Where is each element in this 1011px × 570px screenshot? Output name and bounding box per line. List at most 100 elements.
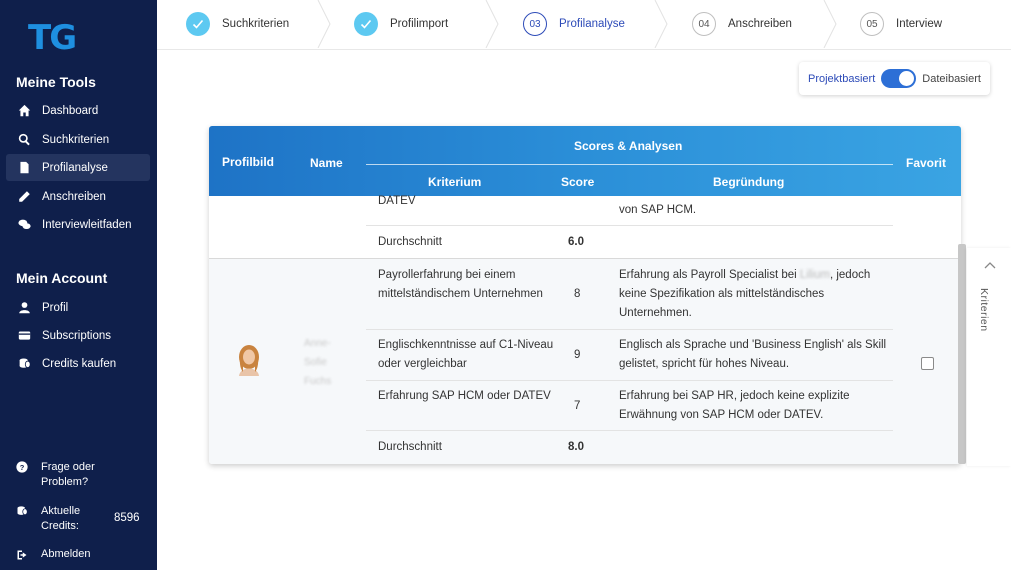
- sidebar-item-label: Suchkriterien: [42, 133, 110, 146]
- home-icon: [16, 104, 32, 118]
- row1-average-label: Durchschnitt: [378, 236, 442, 248]
- step-label: Suchkriterien: [222, 18, 290, 30]
- logo[interactable]: TG: [28, 18, 77, 58]
- sidebar-item-suchkriterien[interactable]: Suchkriterien: [6, 126, 150, 153]
- sidebar-item-label: Credits kaufen: [42, 357, 117, 370]
- help-icon: ?: [16, 461, 30, 476]
- row1-kriterium-partial: DATEV: [378, 195, 416, 207]
- table-scrollbar[interactable]: [958, 244, 966, 464]
- credits-display: Aktuelle Credits:: [16, 504, 106, 534]
- step-separator-icon: [654, 0, 668, 48]
- file-icon: [16, 161, 32, 175]
- candidate-name: Anne-Sofie Fuchs: [304, 338, 332, 387]
- logout-label: Abmelden: [41, 548, 91, 560]
- account-section-title: Mein Account: [16, 270, 108, 286]
- row2-kriterium-1: Payrollerfahrung bei einem mittelständis…: [378, 269, 543, 300]
- toggle-knob: [899, 71, 915, 86]
- row-divider: [209, 258, 961, 259]
- step-profilimport[interactable]: Profilimport: [354, 0, 448, 48]
- chat-icon: [16, 218, 32, 232]
- row2-average-label: Durchschnitt: [378, 441, 442, 453]
- credits-value: 8596: [114, 512, 140, 524]
- row2-begruendung-2: Englisch als Sprache und 'Business Engli…: [619, 339, 887, 370]
- sidebar-item-label: Interviewleitfaden: [42, 218, 132, 231]
- row2-score-3: 7: [574, 400, 581, 412]
- row2-begruendung-3: Erfahrung bei SAP HR, jedoch keine expli…: [619, 390, 850, 421]
- mode-toggle-switch[interactable]: [881, 69, 917, 88]
- row2-begruendung-1: Erfahrung als Payroll Specialist bei Lil…: [619, 269, 871, 319]
- row1-begruendung-partial: von SAP HCM.: [619, 204, 697, 216]
- favorite-checkbox[interactable]: [921, 357, 934, 370]
- criteria-side-panel[interactable]: Kriterien: [967, 248, 1011, 466]
- row2-kriterium-2: Englischkenntnisse auf C1-Niveau oder ve…: [378, 339, 554, 370]
- table-body: DATEV von SAP HCM. Durchschnitt 6.0 Anne…: [209, 195, 961, 464]
- header-divider: [366, 164, 893, 165]
- check-icon: [186, 12, 210, 36]
- row-divider: [366, 430, 893, 431]
- row2-kriterium-3: Erfahrung SAP HCM oder DATEV: [378, 390, 551, 402]
- tools-section-title: Meine Tools: [16, 74, 96, 90]
- sidebar-item-label: Anschreiben: [42, 190, 106, 203]
- card-icon: [16, 329, 32, 343]
- sidebar-item-dashboard[interactable]: Dashboard: [6, 97, 150, 124]
- row1-average-value: 6.0: [568, 236, 584, 248]
- help-label: Frage oder Problem?: [41, 461, 95, 488]
- step-separator-icon: [823, 0, 837, 48]
- chevron-up-icon[interactable]: [984, 261, 996, 269]
- step-number: 04: [692, 12, 716, 36]
- step-interview[interactable]: 05 Interview: [860, 0, 942, 48]
- help-link[interactable]: ? Frage oder Problem?: [16, 460, 116, 490]
- sidebar-item-label: Profilanalyse: [42, 161, 108, 174]
- row2-score-1: 8: [574, 288, 581, 300]
- header-favorit: Favorit: [906, 156, 947, 170]
- sidebar-item-credits-kaufen[interactable]: Credits kaufen: [6, 350, 150, 377]
- step-label: Anschreiben: [728, 18, 792, 30]
- row2-score-2: 9: [574, 349, 581, 361]
- avatar: [239, 345, 259, 376]
- coins-icon: [16, 505, 30, 520]
- sidebar-item-profil[interactable]: Profil: [6, 294, 150, 321]
- svg-text:?: ?: [20, 463, 25, 472]
- header-score: Score: [561, 175, 595, 189]
- user-icon: [16, 301, 32, 315]
- step-profilanalyse[interactable]: 03 Profilanalyse: [523, 0, 625, 48]
- logout-icon: [16, 549, 30, 564]
- progress-stepper: Suchkriterien Profilimport 03 Profilanal…: [157, 0, 1011, 50]
- sidebar-item-profilanalyse[interactable]: Profilanalyse: [6, 154, 150, 181]
- step-label: Profilanalyse: [559, 18, 625, 30]
- header-scores-group: Scores & Analysen: [574, 139, 683, 153]
- coins-icon: [16, 357, 32, 371]
- step-number: 03: [523, 12, 547, 36]
- header-profilbild: Profilbild: [222, 155, 274, 169]
- step-label: Interview: [896, 18, 943, 30]
- toggle-left-label[interactable]: Projektbasiert: [808, 73, 875, 85]
- step-anschreiben[interactable]: 04 Anschreiben: [692, 0, 792, 48]
- side-panel-label: Kriterien: [978, 288, 990, 332]
- step-label: Profilimport: [390, 18, 449, 30]
- check-icon: [354, 12, 378, 36]
- row-divider: [366, 329, 893, 330]
- sidebar-item-anschreiben[interactable]: Anschreiben: [6, 183, 150, 210]
- analysis-table: Profilbild Name Scores & Analysen Kriter…: [209, 126, 961, 464]
- step-suchkriterien[interactable]: Suchkriterien: [186, 0, 289, 48]
- pencil-icon: [16, 190, 32, 204]
- step-separator-icon: [317, 0, 331, 48]
- row-divider: [366, 380, 893, 381]
- header-name: Name: [310, 156, 343, 170]
- sidebar-item-label: Dashboard: [42, 104, 99, 117]
- row-divider: [366, 225, 893, 226]
- sidebar-item-subscriptions[interactable]: Subscriptions: [6, 322, 150, 349]
- step-number: 05: [860, 12, 884, 36]
- sidebar-item-label: Profil: [42, 301, 69, 314]
- search-icon: [16, 133, 32, 147]
- step-separator-icon: [485, 0, 499, 48]
- logout-link[interactable]: Abmelden: [16, 548, 91, 564]
- header-begruendung: Begründung: [713, 175, 785, 189]
- row2-average-value: 8.0: [568, 441, 584, 453]
- mode-toggle-box: Projektbasiert Dateibasiert: [799, 62, 990, 95]
- credits-label: Aktuelle Credits:: [41, 505, 81, 532]
- toggle-right-label[interactable]: Dateibasiert: [922, 73, 981, 85]
- sidebar-item-label: Subscriptions: [42, 329, 112, 342]
- sidebar-item-interviewleitfaden[interactable]: Interviewleitfaden: [6, 211, 150, 238]
- table-header: Profilbild Name Scores & Analysen Kriter…: [209, 126, 961, 196]
